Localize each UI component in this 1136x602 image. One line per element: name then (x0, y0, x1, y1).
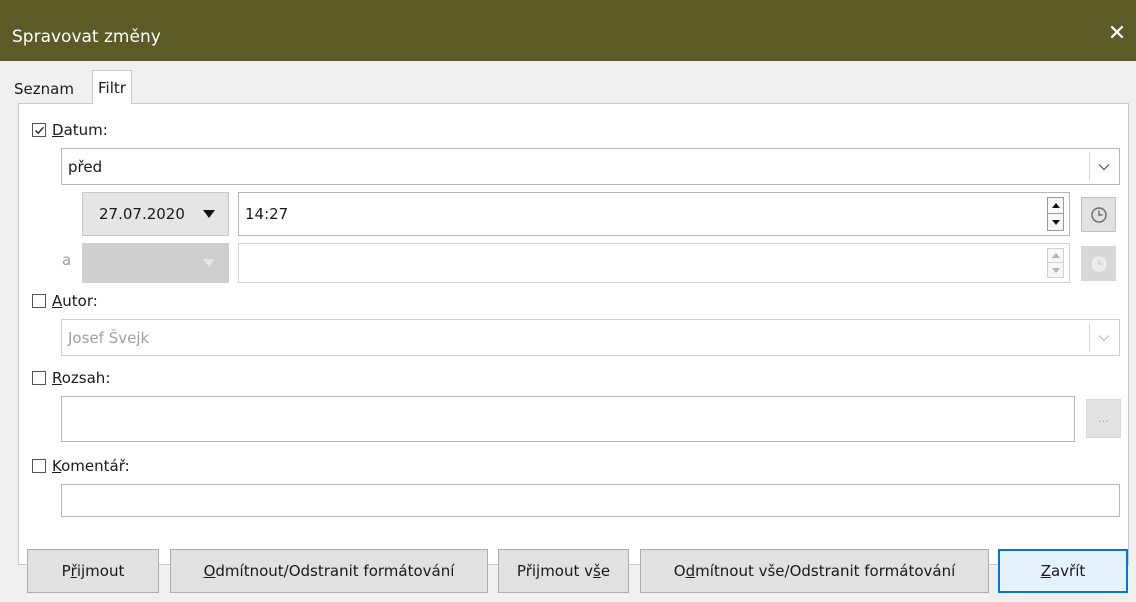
tab-filtr[interactable]: Filtr (92, 70, 132, 104)
time-field[interactable]: 14:27 (238, 192, 1070, 236)
spin-down-icon[interactable] (1048, 263, 1063, 277)
range-checkbox-row[interactable]: Rozsah: (32, 369, 110, 387)
comment-checkbox-row[interactable]: Komentář: (32, 457, 130, 475)
clock-icon[interactable] (1081, 246, 1116, 281)
date-value: 27.07.2020 (99, 205, 185, 223)
second-time-spinner[interactable] (1047, 248, 1064, 278)
date-condition-value: před (68, 157, 103, 176)
accept-all-button[interactable]: Přijmout vše (498, 549, 629, 593)
and-label: a (62, 251, 72, 269)
close-button[interactable]: Zavřít (998, 549, 1128, 593)
dialog-body: Seznam Filtr Datum: před 27.07.2020 14:2… (0, 61, 1136, 602)
browse-range-button[interactable]: ... (1086, 399, 1121, 438)
chevron-down-icon[interactable] (1089, 152, 1117, 181)
tab-seznam[interactable]: Seznam (8, 73, 80, 103)
chevron-down-icon[interactable] (1089, 323, 1117, 352)
author-checkbox-row[interactable]: Autor: (32, 292, 98, 310)
author-label: Autor: (52, 292, 98, 310)
time-spinner[interactable] (1047, 197, 1064, 231)
date-checkbox[interactable] (32, 123, 46, 137)
range-label: Rozsah: (52, 369, 111, 387)
spin-up-icon[interactable] (1048, 198, 1063, 214)
reject-button[interactable]: Odmítnout/Odstranit formátování (170, 549, 488, 593)
spin-up-icon[interactable] (1048, 249, 1063, 263)
time-value: 14:27 (245, 205, 289, 223)
date-picker[interactable]: 27.07.2020 (82, 192, 229, 236)
date-label: Datum: (52, 121, 108, 139)
clock-icon[interactable] (1081, 197, 1116, 232)
second-date-picker[interactable] (82, 243, 229, 283)
comment-input[interactable] (61, 484, 1120, 517)
window-title: Spravovat změny (12, 27, 161, 47)
title-bar: Spravovat změny ✕ (0, 0, 1136, 61)
filter-panel: Datum: před 27.07.2020 14:27 a Autor: Jo… (18, 103, 1129, 565)
triangle-down-icon (203, 210, 215, 218)
date-condition-select[interactable]: před (61, 148, 1120, 185)
author-select[interactable]: Josef Švejk (61, 319, 1120, 356)
comment-label: Komentář: (52, 457, 130, 475)
range-checkbox[interactable] (32, 371, 46, 385)
range-input[interactable] (61, 396, 1075, 442)
reject-all-button[interactable]: Od mítnout vše/Odstranit formátování (640, 549, 989, 593)
second-time-field[interactable] (238, 243, 1070, 283)
author-value: Josef Švejk (68, 328, 150, 347)
author-checkbox[interactable] (32, 294, 46, 308)
comment-checkbox[interactable] (32, 459, 46, 473)
checkmark-icon (34, 126, 44, 134)
spin-down-icon[interactable] (1048, 214, 1063, 230)
close-icon[interactable]: ✕ (1104, 21, 1130, 47)
accept-button[interactable]: Př ijmout (27, 549, 159, 593)
date-checkbox-row[interactable]: Datum: (32, 121, 108, 139)
triangle-down-icon (203, 259, 215, 267)
